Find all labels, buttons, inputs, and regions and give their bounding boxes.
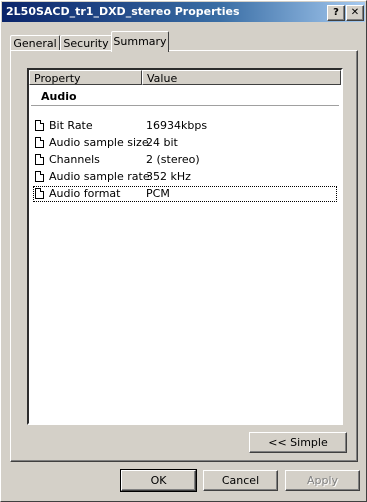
list-item[interactable]: Channels 2 (stereo) [33,152,337,168]
title-bar[interactable]: 2L50SACD_tr1_DXD_stereo Properties ? ✕ [2,2,365,22]
list-item[interactable]: Audio sample rate 352 kHz [33,169,337,185]
list-item[interactable]: Audio sample size 24 bit [33,135,337,151]
properties-dialog: 2L50SACD_tr1_DXD_stereo Properties ? ✕ G… [0,0,367,502]
column-header-value[interactable]: Value [142,70,341,85]
document-icon [35,137,44,148]
property-value: 352 kHz [146,170,191,183]
summary-panel: Property Value Audio Bit Rate 16934kbps … [10,50,358,462]
tab-summary[interactable]: Summary [111,31,169,52]
property-name: Audio sample size [49,136,149,149]
property-value: 2 (stereo) [146,153,200,166]
window-title: 2L50SACD_tr1_DXD_stereo Properties [6,5,240,18]
document-icon [35,154,44,165]
group-divider [31,105,339,106]
ok-button[interactable]: OK [120,469,197,492]
cancel-button[interactable]: Cancel [203,470,278,491]
apply-button[interactable]: Apply [285,470,360,491]
document-icon [35,120,44,131]
property-value: PCM [146,187,170,200]
property-name: Channels [49,153,100,166]
help-button[interactable]: ? [327,5,345,21]
list-item-focused[interactable]: Audio format PCM [33,186,337,202]
property-name: Bit Rate [49,119,93,132]
simple-view-button[interactable]: << Simple [249,432,347,453]
property-value: 24 bit [146,136,178,149]
property-name: Audio format [49,187,121,200]
document-icon [35,171,44,182]
list-item[interactable]: Bit Rate 16934kbps [33,118,337,134]
column-header-property[interactable]: Property [29,70,142,85]
property-name: Audio sample rate [49,170,150,183]
group-header-audio: Audio [41,90,77,103]
close-button[interactable]: ✕ [346,5,364,21]
document-icon [35,188,44,199]
property-list[interactable]: Property Value Audio Bit Rate 16934kbps … [27,68,343,425]
property-value: 16934kbps [146,119,208,132]
